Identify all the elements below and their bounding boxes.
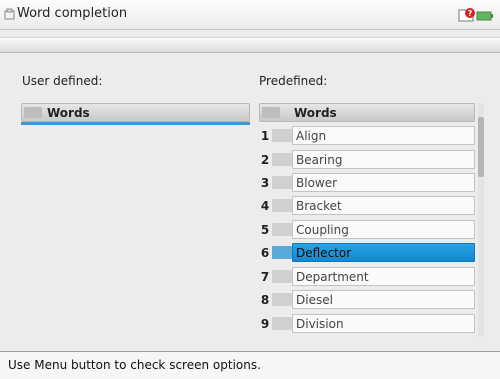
user-defined-header-label: Words — [47, 106, 90, 120]
row-number: 1 — [260, 129, 270, 143]
predefined-words-header[interactable]: Words — [259, 103, 475, 122]
header-stub — [24, 107, 42, 118]
predefined-row-6-selected[interactable]: 6 Deflector — [259, 243, 475, 263]
status-message: Use Menu button to check screen options. — [8, 358, 261, 372]
status-bar: Use Menu button to check screen options. — [0, 351, 500, 379]
row-tab — [272, 223, 292, 236]
row-word: Blower — [292, 173, 475, 192]
user-defined-list-focus-line — [21, 122, 250, 125]
row-tab — [272, 293, 292, 306]
row-tab — [272, 153, 292, 166]
predefined-row-7[interactable]: 7 Department — [259, 267, 475, 287]
row-tab — [272, 176, 292, 189]
row-number: 4 — [260, 199, 270, 213]
predefined-row-2[interactable]: 2 Bearing — [259, 150, 475, 170]
header-stub — [262, 107, 280, 118]
row-word: Division — [292, 314, 475, 333]
battery-icon — [476, 11, 493, 21]
window-title: Word completion — [17, 6, 128, 21]
svg-text:?: ? — [468, 9, 473, 18]
row-word: Coupling — [292, 220, 475, 239]
row-tab — [272, 270, 292, 283]
row-word: Deflector — [292, 243, 475, 262]
row-word: Bracket — [292, 196, 475, 215]
row-number: 9 — [260, 317, 270, 331]
status-icons: ? — [458, 8, 493, 22]
predefined-header-label: Words — [294, 106, 337, 120]
document-icon — [4, 8, 15, 20]
predefined-row-3[interactable]: 3 Blower — [259, 173, 475, 193]
title-bar: Word completion ? — [0, 0, 500, 30]
predefined-label: Predefined: — [259, 74, 328, 88]
predefined-row-8[interactable]: 8 Diesel — [259, 290, 475, 310]
predefined-row-1[interactable]: 1 Align — [259, 126, 475, 146]
row-number: 2 — [260, 153, 270, 167]
row-tab — [272, 317, 292, 330]
row-tab — [272, 129, 292, 142]
row-number: 6 — [260, 246, 270, 260]
row-number: 3 — [260, 176, 270, 190]
predefined-row-5[interactable]: 5 Coupling — [259, 220, 475, 240]
user-defined-label: User defined: — [22, 74, 103, 88]
predefined-scrollbar[interactable] — [478, 103, 484, 337]
error-status-icon: ? — [458, 8, 475, 22]
scrollbar-thumb[interactable] — [478, 117, 484, 177]
row-tab — [272, 199, 292, 212]
row-word: Department — [292, 267, 475, 286]
row-tab — [272, 246, 292, 259]
row-number: 5 — [260, 223, 270, 237]
toolbar-strip — [0, 37, 500, 53]
row-word: Align — [292, 126, 475, 145]
row-number: 8 — [260, 293, 270, 307]
predefined-row-4[interactable]: 4 Bracket — [259, 196, 475, 216]
row-word: Diesel — [292, 290, 475, 309]
predefined-row-9[interactable]: 9 Division — [259, 314, 475, 334]
row-word: Bearing — [292, 150, 475, 169]
user-defined-words-header[interactable]: Words — [21, 103, 250, 122]
row-number: 7 — [260, 270, 270, 284]
